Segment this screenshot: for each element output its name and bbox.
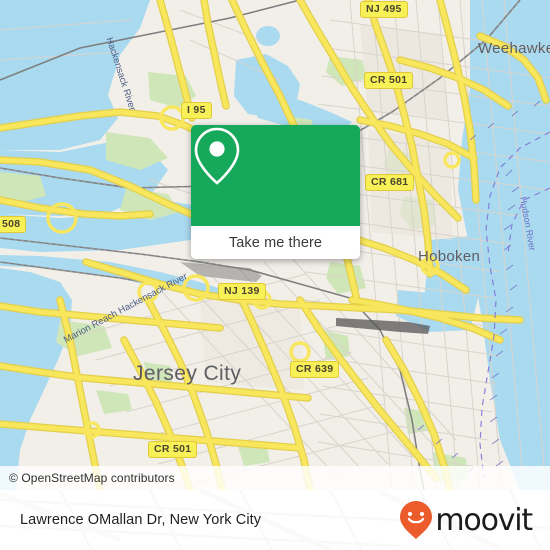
moovit-map-screen: I 95 NJ 495 CR 501 CR 681 508 NJ 139 CR … — [0, 0, 550, 550]
card-action-bar[interactable]: Take me there — [191, 226, 360, 259]
route-shield: CR 681 — [365, 174, 415, 191]
place-label-jersey-city: Jersey City — [133, 362, 242, 385]
map-pin-icon — [194, 127, 240, 185]
route-shield: CR 501 — [364, 72, 414, 89]
moovit-logo: moovit — [399, 500, 533, 540]
take-me-there-card[interactable]: Take me there — [191, 125, 360, 259]
route-shield: 508 — [0, 216, 27, 233]
attribution-text: © OpenStreetMap contributors — [9, 471, 175, 485]
place-label-hoboken: Hoboken — [418, 248, 481, 265]
route-shield: I 95 — [181, 102, 212, 119]
route-shield: NJ 139 — [218, 283, 266, 300]
map-attribution-bar: © OpenStreetMap contributors — [0, 466, 550, 490]
address-label: Lawrence OMallan Dr, New York City — [20, 512, 262, 528]
place-label-weehawken: Weehawken — [478, 40, 550, 57]
moovit-smiley-pin-logo-icon — [400, 501, 433, 539]
route-shield: NJ 495 — [360, 1, 408, 18]
footer-bar: Lawrence OMallan Dr, New York City moovi… — [0, 490, 550, 550]
moovit-wordmark: moovit — [435, 502, 533, 538]
map-canvas[interactable]: I 95 NJ 495 CR 501 CR 681 508 NJ 139 CR … — [0, 0, 550, 490]
route-shield: CR 501 — [148, 441, 198, 458]
take-me-there-label: Take me there — [228, 234, 323, 251]
card-pin-area — [191, 125, 360, 226]
route-shield: CR 639 — [290, 361, 340, 378]
